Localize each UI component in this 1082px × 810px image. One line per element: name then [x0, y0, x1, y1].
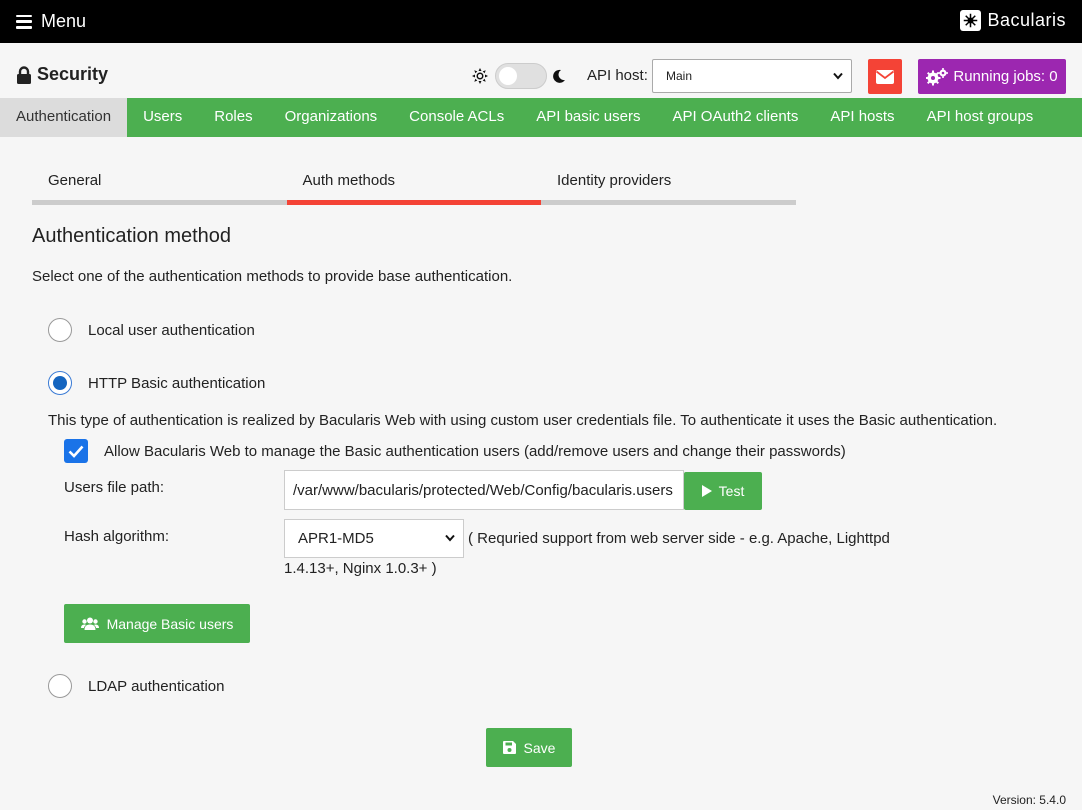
- security-nav: Authentication Users Roles Organizations…: [0, 98, 1082, 137]
- hash-algorithm-select[interactable]: APR1-MD5: [284, 519, 464, 558]
- floppy-disk-icon: [502, 741, 516, 754]
- nav-item-api-host-groups[interactable]: API host groups: [911, 98, 1050, 137]
- brand-name: Bacularis: [987, 10, 1066, 30]
- tab-general[interactable]: General: [32, 164, 287, 205]
- nav-item-console-acls[interactable]: Console ACLs: [393, 98, 520, 137]
- dark-mode-toggle[interactable]: [495, 63, 547, 89]
- manage-basic-users-button[interactable]: Manage Basic users: [64, 604, 250, 643]
- hash-algorithm-label: Hash algorithm:: [64, 528, 170, 545]
- test-button-label: Test: [718, 483, 745, 499]
- play-icon: [701, 485, 712, 497]
- chevron-down-icon: [445, 534, 455, 542]
- sun-icon: [472, 68, 488, 84]
- envelope-icon: [876, 69, 894, 84]
- manage-basic-users-label: Manage Basic users: [106, 615, 234, 632]
- allow-manage-label: Allow Bacularis Web to manage the Basic …: [104, 442, 846, 460]
- page-title-text: Security: [37, 64, 109, 84]
- section-title: Authentication method: [32, 225, 232, 247]
- hash-note-line1: ( Requried support from web server side …: [468, 530, 890, 547]
- hash-note-line2: 1.4.13+, Nginx 1.0.3+ ): [284, 560, 437, 577]
- lock-icon: [17, 65, 31, 84]
- nav-item-authentication[interactable]: Authentication: [0, 98, 128, 137]
- basic-auth-label: HTTP Basic authentication: [88, 374, 266, 392]
- gears-icon: [926, 67, 949, 85]
- chevron-down-icon: [833, 72, 843, 80]
- messages-button[interactable]: [868, 59, 902, 94]
- version-label: Version: 5.4.0: [992, 793, 1066, 807]
- checkmark-icon: [68, 445, 84, 458]
- running-jobs-label: Running jobs: 0: [953, 68, 1058, 85]
- nav-item-organizations[interactable]: Organizations: [269, 98, 394, 137]
- moon-icon: [553, 69, 565, 83]
- bacularis-logo-icon: [960, 10, 982, 31]
- menu-button[interactable]: Menu: [16, 11, 86, 32]
- nav-item-roles[interactable]: Roles: [198, 98, 268, 137]
- local-auth-option[interactable]: Local user authentication: [48, 318, 255, 342]
- save-button[interactable]: Save: [486, 728, 572, 767]
- basic-auth-option[interactable]: HTTP Basic authentication: [48, 371, 265, 395]
- tab-identity-providers[interactable]: Identity providers: [541, 164, 796, 205]
- basic-auth-info: This type of authentication is realized …: [48, 412, 998, 429]
- nav-item-api-basic-users[interactable]: API basic users: [520, 98, 656, 137]
- test-button[interactable]: Test: [684, 472, 762, 510]
- local-auth-radio[interactable]: [48, 318, 72, 342]
- users-icon: [80, 617, 99, 630]
- nav-item-users[interactable]: Users: [127, 98, 198, 137]
- ldap-auth-label: LDAP authentication: [88, 677, 225, 695]
- page-title: Security: [16, 64, 108, 85]
- auth-tabs: General Auth methods Identity providers: [32, 164, 796, 205]
- local-auth-label: Local user authentication: [88, 321, 255, 339]
- allow-manage-checkbox[interactable]: [64, 439, 88, 463]
- ldap-auth-option[interactable]: LDAP authentication: [48, 674, 225, 698]
- menu-label: Menu: [41, 11, 87, 31]
- top-bar: Menu Bacularis: [0, 0, 1082, 43]
- hash-algorithm-value: APR1-MD5: [298, 530, 374, 547]
- nav-item-api-hosts[interactable]: API hosts: [814, 98, 910, 137]
- users-file-label: Users file path:: [64, 479, 165, 496]
- tab-auth-methods[interactable]: Auth methods: [286, 164, 541, 205]
- nav-item-api-oauth2-clients[interactable]: API OAuth2 clients: [656, 98, 814, 137]
- hamburger-icon: [16, 14, 32, 29]
- allow-manage-row: Allow Bacularis Web to manage the Basic …: [64, 439, 846, 463]
- section-description: Select one of the authentication methods…: [32, 268, 513, 285]
- ldap-auth-radio[interactable]: [48, 674, 72, 698]
- basic-auth-radio[interactable]: [48, 371, 72, 395]
- api-host-select[interactable]: Main: [652, 59, 852, 93]
- page-header: Security API host: Main Running jobs: 0: [0, 43, 1082, 98]
- api-host-value: Main: [666, 69, 693, 83]
- running-jobs-button[interactable]: Running jobs: 0: [918, 59, 1066, 94]
- api-host-label: API host:: [587, 67, 648, 84]
- brand[interactable]: Bacularis: [960, 10, 1066, 31]
- save-button-label: Save: [523, 739, 556, 756]
- theme-switch: [472, 63, 566, 89]
- users-file-input[interactable]: /var/www/bacularis/protected/Web/Config/…: [284, 470, 684, 510]
